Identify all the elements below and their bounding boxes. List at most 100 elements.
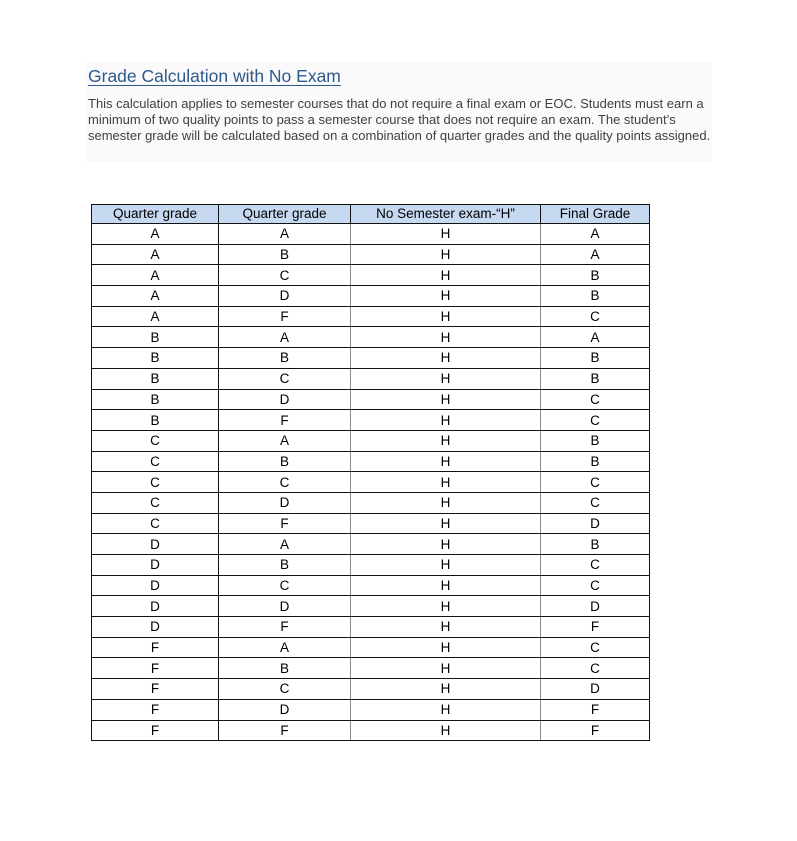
quarter-grade-2-cell: D xyxy=(218,491,351,514)
quarter-grade-2-cell: F xyxy=(218,719,351,742)
final-grade-cell: B xyxy=(540,347,650,369)
semester-exam-cell: H xyxy=(350,305,541,328)
section-description: This calculation applies to semester cou… xyxy=(88,96,711,143)
table-row: CAHB xyxy=(91,429,650,452)
final-grade-cell: D xyxy=(540,678,650,700)
table-row: ADHB xyxy=(91,285,650,307)
quarter-grade-1-cell: F xyxy=(91,719,219,742)
semester-exam-cell: H xyxy=(350,347,541,369)
quarter-grade-2-cell: F xyxy=(218,616,351,638)
quarter-grade-1-cell: A xyxy=(91,223,219,245)
quarter-grade-1-cell: C xyxy=(91,471,219,493)
semester-exam-cell: H xyxy=(350,491,541,514)
final-grade-cell: C xyxy=(540,574,650,597)
final-grade-cell: C xyxy=(540,491,650,514)
quarter-grade-2-cell: A xyxy=(218,223,351,245)
table-row: DBHC xyxy=(91,554,650,576)
table-row: DDHD xyxy=(91,595,650,618)
table-row: CBHB xyxy=(91,450,650,473)
quarter-grade-1-cell: F xyxy=(91,657,219,680)
final-grade-cell: B xyxy=(540,429,650,452)
quarter-grade-2-cell: D xyxy=(218,285,351,307)
header-quarter-grade-1: Quarter grade xyxy=(91,204,219,224)
quarter-grade-1-cell: A xyxy=(91,285,219,307)
quarter-grade-2-cell: C xyxy=(218,471,351,493)
semester-exam-cell: H xyxy=(350,409,541,431)
final-grade-cell: B xyxy=(540,264,650,287)
final-grade-cell: F xyxy=(540,719,650,742)
quarter-grade-2-cell: C xyxy=(218,678,351,700)
quarter-grade-2-cell: B xyxy=(218,450,351,473)
semester-exam-cell: H xyxy=(350,471,541,493)
table-row: FAHC xyxy=(91,636,650,659)
quarter-grade-2-cell: C xyxy=(218,264,351,287)
final-grade-cell: C xyxy=(540,636,650,659)
table-row: AFHC xyxy=(91,305,650,328)
quarter-grade-2-cell: C xyxy=(218,367,351,390)
semester-exam-cell: H xyxy=(350,285,541,307)
semester-exam-cell: H xyxy=(350,243,541,266)
semester-exam-cell: H xyxy=(350,616,541,638)
quarter-grade-1-cell: C xyxy=(91,450,219,473)
quarter-grade-1-cell: F xyxy=(91,698,219,721)
table-row: ABHA xyxy=(91,243,650,266)
final-grade-cell: C xyxy=(540,305,650,328)
semester-exam-cell: H xyxy=(350,698,541,721)
semester-exam-cell: H xyxy=(350,595,541,618)
table-row: CDHC xyxy=(91,491,650,514)
final-grade-cell: B xyxy=(540,285,650,307)
header-no-semester-exam: No Semester exam-“H” xyxy=(350,204,541,224)
table-row: FBHC xyxy=(91,657,650,680)
semester-exam-cell: H xyxy=(350,554,541,576)
quarter-grade-2-cell: D xyxy=(218,698,351,721)
quarter-grade-1-cell: B xyxy=(91,388,219,411)
table-row: BFHC xyxy=(91,409,650,431)
table-row: CFHD xyxy=(91,512,650,535)
table-row: FFHF xyxy=(91,719,650,742)
quarter-grade-1-cell: B xyxy=(91,326,219,349)
semester-exam-cell: H xyxy=(350,636,541,659)
quarter-grade-1-cell: B xyxy=(91,367,219,390)
final-grade-cell: A xyxy=(540,243,650,266)
header-quarter-grade-2: Quarter grade xyxy=(218,204,351,224)
semester-exam-cell: H xyxy=(350,367,541,390)
table-header-row: Quarter grade Quarter grade No Semester … xyxy=(91,204,650,224)
quarter-grade-1-cell: C xyxy=(91,429,219,452)
semester-exam-cell: H xyxy=(350,223,541,245)
table-row: FCHD xyxy=(91,678,650,700)
table-body: AAHAABHAACHBADHBAFHCBAHABBHBBCHBBDHCBFHC… xyxy=(91,223,650,742)
semester-exam-cell: H xyxy=(350,450,541,473)
semester-exam-cell: H xyxy=(350,574,541,597)
table-row: AAHA xyxy=(91,223,650,245)
quarter-grade-2-cell: F xyxy=(218,512,351,535)
quarter-grade-1-cell: B xyxy=(91,347,219,369)
semester-exam-cell: H xyxy=(350,264,541,287)
semester-exam-cell: H xyxy=(350,678,541,700)
quarter-grade-1-cell: A xyxy=(91,305,219,328)
semester-exam-cell: H xyxy=(350,388,541,411)
final-grade-cell: C xyxy=(540,471,650,493)
semester-exam-cell: H xyxy=(350,429,541,452)
quarter-grade-2-cell: A xyxy=(218,429,351,452)
final-grade-cell: C xyxy=(540,657,650,680)
quarter-grade-1-cell: C xyxy=(91,491,219,514)
semester-exam-cell: H xyxy=(350,326,541,349)
table-row: BBHB xyxy=(91,347,650,369)
final-grade-cell: A xyxy=(540,326,650,349)
table-row: CCHC xyxy=(91,471,650,493)
quarter-grade-1-cell: A xyxy=(91,243,219,266)
table-row: DFHF xyxy=(91,616,650,638)
final-grade-cell: F xyxy=(540,698,650,721)
table-row: FDHF xyxy=(91,698,650,721)
quarter-grade-1-cell: D xyxy=(91,533,219,555)
quarter-grade-1-cell: F xyxy=(91,678,219,700)
quarter-grade-1-cell: A xyxy=(91,264,219,287)
quarter-grade-2-cell: C xyxy=(218,574,351,597)
final-grade-cell: D xyxy=(540,595,650,618)
quarter-grade-2-cell: D xyxy=(218,388,351,411)
section-title: Grade Calculation with No Exam xyxy=(88,66,341,86)
quarter-grade-2-cell: D xyxy=(218,595,351,618)
table-row: DAHB xyxy=(91,533,650,555)
semester-exam-cell: H xyxy=(350,512,541,535)
quarter-grade-2-cell: A xyxy=(218,326,351,349)
